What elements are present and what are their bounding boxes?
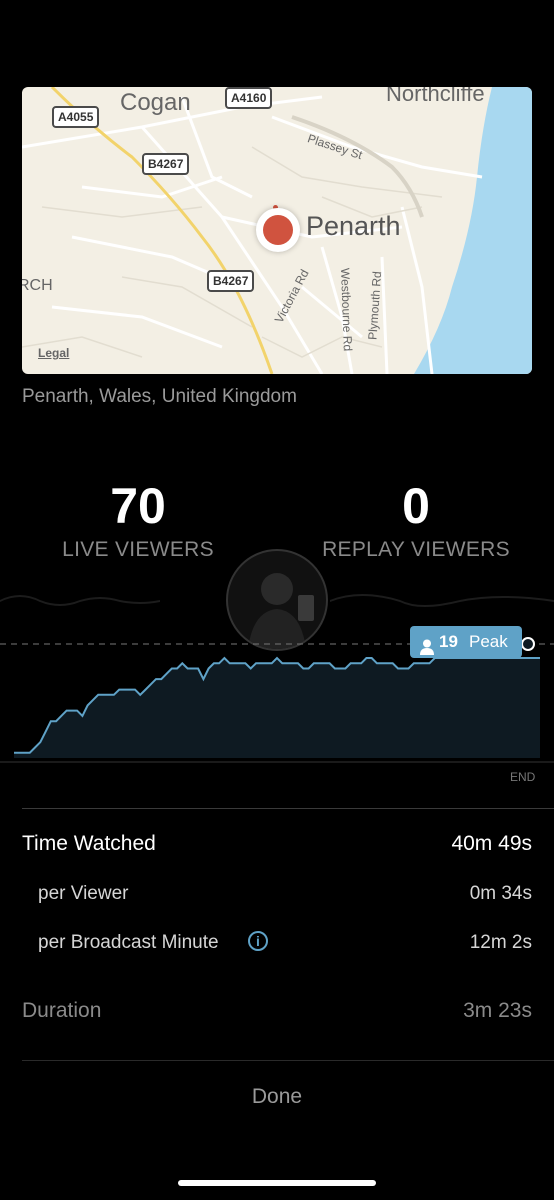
home-indicator[interactable] — [178, 1180, 376, 1186]
per-viewer-value: 0m 34s — [469, 883, 532, 904]
location-text: Penarth, Wales, United Kingdom — [22, 386, 297, 407]
per-viewer-label: per Viewer — [38, 883, 129, 904]
live-viewers-stat: 70 LIVE VIEWERS — [52, 478, 224, 562]
road-label-a4055: A4055 — [52, 106, 100, 128]
replay-viewers-count: 0 — [402, 478, 430, 534]
done-button[interactable]: Done — [0, 1085, 554, 1109]
place-rch: RCH — [22, 277, 53, 294]
info-icon[interactable]: i — [248, 931, 268, 951]
location-pin-icon — [256, 208, 300, 252]
duration-value: 3m 23s — [463, 999, 532, 1022]
replay-viewers-stat: 0 REPLAY VIEWERS — [316, 478, 516, 562]
peak-label: Peak — [469, 632, 508, 651]
location-map[interactable]: Cogan Northcliffe Penarth RCH A4055 A416… — [22, 87, 532, 374]
divider-top — [22, 808, 554, 809]
road-label-a4160: A4160 — [225, 87, 273, 109]
legal-link[interactable]: Legal — [38, 346, 69, 360]
time-watched-label: Time Watched — [22, 832, 156, 855]
street-westbourne: Westbourne Rd — [338, 267, 355, 352]
chart-end-label: END — [510, 770, 536, 784]
place-penarth: Penarth — [306, 211, 401, 241]
chart-area — [14, 658, 540, 758]
live-viewers-count: 70 — [110, 478, 166, 534]
chart-scrubber-handle[interactable] — [521, 637, 535, 651]
live-viewers-label: LIVE VIEWERS — [62, 538, 214, 561]
divider-bottom — [22, 1060, 554, 1061]
duration-label: Duration — [22, 999, 102, 1022]
per-broadcast-minute-label: per Broadcast Minute — [38, 932, 219, 953]
peak-badge: 19 Peak — [410, 626, 522, 658]
time-watched-value: 40m 49s — [451, 832, 532, 855]
road-label-b4267: B4267 — [142, 153, 190, 175]
replay-viewers-label: REPLAY VIEWERS — [322, 538, 510, 561]
road-label-b4267-south: B4267 — [207, 270, 255, 292]
place-northcliffe: Northcliffe — [386, 87, 485, 106]
per-broadcast-minute-value: 12m 2s — [469, 932, 532, 953]
place-cogan: Cogan — [120, 89, 191, 116]
person-icon — [420, 634, 434, 666]
peak-value: 19 — [439, 632, 458, 651]
